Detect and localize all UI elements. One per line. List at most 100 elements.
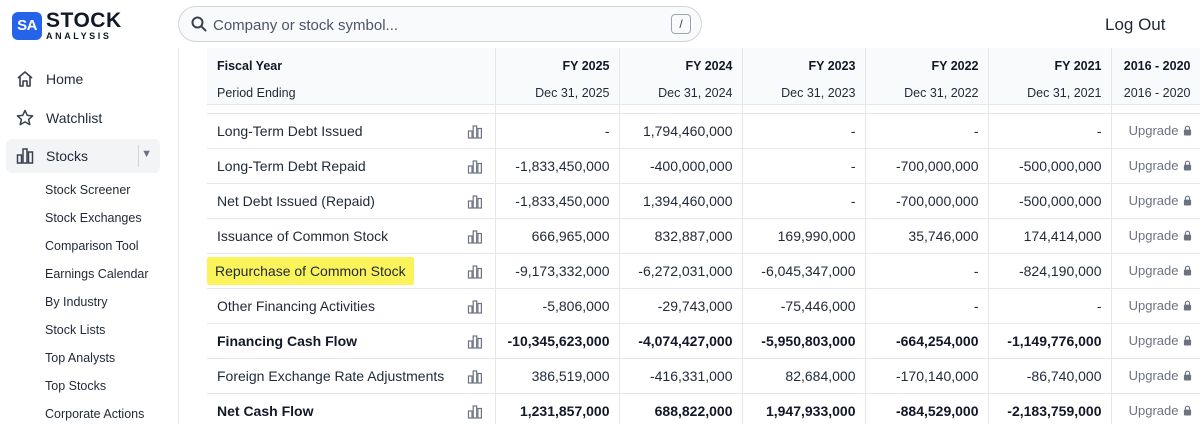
sidebar-subitem-corporate-actions[interactable]: Corporate Actions [45,407,144,421]
cell-value: -500,000,000 [1018,157,1102,174]
cell-value: -29,743,000 [657,297,733,314]
value-cell: 386,519,000 [495,358,620,394]
column-header[interactable]: FY 2022 Dec 31, 2022 [865,48,989,105]
site-logo[interactable]: SA STOCK ANALYSIS [12,10,122,41]
cell-value: -400,000,000 [649,157,733,174]
upgrade-link[interactable]: Upgrade [1129,333,1179,348]
chart-icon[interactable] [467,123,483,139]
row-label-cell: Repurchase of Common Stock [207,253,496,289]
chart-icon[interactable] [467,263,483,279]
column-header[interactable]: FY 2021 Dec 31, 2021 [988,48,1112,105]
value-cell: -500,000,000 [988,183,1112,219]
sidebar-subitem-stock-lists[interactable]: Stock Lists [45,323,105,337]
upgrade-cell[interactable]: Upgrade [1111,393,1200,424]
cell-value: -824,190,000 [1018,262,1102,279]
logout-button[interactable]: Log Out [1105,15,1166,35]
chart-icon[interactable] [467,333,483,349]
sidebar-item-label: Home [46,71,84,87]
column-header[interactable]: 2016 - 2020 2016 - 2020 [1111,48,1200,105]
row-label-cell: Net Cash Flow [207,393,496,424]
value-cell: 1,794,460,000 [619,113,743,149]
search-input[interactable] [213,15,633,35]
cell-value: -700,000,000 [895,192,979,209]
value-cell: -1,149,776,000 [988,323,1112,359]
sidebar-item-home[interactable]: Home [6,62,160,96]
row-label-cell: Long-Term Debt Issued [207,113,496,149]
cell-value: - [850,122,856,139]
sidebar-subitem-by-industry[interactable]: By Industry [45,295,108,309]
lock-icon [1183,194,1192,209]
upgrade-cell[interactable]: Upgrade [1111,323,1200,359]
cell-value: -170,140,000 [895,367,979,384]
value-cell: 666,965,000 [495,218,620,254]
cell-value: 666,965,000 [531,227,610,244]
cell-value: -5,806,000 [542,297,610,314]
upgrade-cell[interactable]: Upgrade [1111,218,1200,254]
sidebar-subitem-stock-exchanges[interactable]: Stock Exchanges [45,211,142,225]
sidebar-item-watchlist[interactable]: Watchlist [6,101,160,135]
column-header[interactable]: FY 2023 Dec 31, 2023 [742,48,866,105]
sidebar-subitem-earnings-calendar[interactable]: Earnings Calendar [45,267,149,281]
value-cell: 832,887,000 [619,218,743,254]
cell-value: -500,000,000 [1018,192,1102,209]
chevron-down-icon[interactable]: ▼ [141,148,152,160]
value-cell: -10,345,623,000 [495,323,620,359]
chart-icon[interactable] [467,193,483,209]
upgrade-link[interactable]: Upgrade [1129,228,1179,243]
sidebar-subitem-comparison-tool[interactable]: Comparison Tool [45,239,139,253]
sidebar-subitem-stock-screener[interactable]: Stock Screener [45,183,130,197]
cell-value: 1,394,460,000 [642,192,733,209]
upgrade-cell[interactable]: Upgrade [1111,183,1200,219]
column-header[interactable]: FY 2024 Dec 31, 2024 [619,48,743,105]
cell-value: -2,183,759,000 [1007,402,1102,419]
cell-value: -1,833,450,000 [515,192,610,209]
column-date: 2016 - 2020 [1123,86,1191,100]
logo-line1: STOCK [46,9,122,32]
value-cell: -9,173,332,000 [495,253,620,289]
upgrade-link[interactable]: Upgrade [1129,193,1179,208]
value-cell: -400,000,000 [619,148,743,184]
cell-value: 35,746,000 [908,227,979,244]
upgrade-link[interactable]: Upgrade [1129,158,1179,173]
column-year: FY 2022 [931,59,979,73]
column-header[interactable]: FY 2025 Dec 31, 2025 [495,48,620,105]
upgrade-link[interactable]: Upgrade [1129,123,1179,138]
value-cell: -5,806,000 [495,288,620,324]
sidebar-item-label: Watchlist [46,110,103,126]
value-cell: -4,074,427,000 [619,323,743,359]
cell-value: - [1096,122,1102,139]
value-cell: - [988,113,1112,149]
upgrade-link[interactable]: Upgrade [1129,403,1179,418]
search-box[interactable]: / [178,6,702,42]
column-date: Dec 31, 2023 [781,86,856,100]
chart-icon[interactable] [467,158,483,174]
chart-icon[interactable] [467,368,483,384]
upgrade-cell[interactable]: Upgrade [1111,253,1200,289]
search-icon [191,16,207,32]
cell-value: - [850,192,856,209]
value-cell: -824,190,000 [988,253,1112,289]
row-label-cell: Long-Term Debt Repaid [207,148,496,184]
upgrade-cell[interactable]: Upgrade [1111,113,1200,149]
upgrade-link[interactable]: Upgrade [1129,368,1179,383]
value-cell: - [742,148,866,184]
period-ending-label: Period Ending [217,86,296,100]
chart-icon[interactable] [467,298,483,314]
logo-mark: SA [12,11,42,40]
value-cell: -700,000,000 [865,148,989,184]
upgrade-link[interactable]: Upgrade [1129,298,1179,313]
upgrade-cell[interactable]: Upgrade [1111,148,1200,184]
sidebar-item-stocks[interactable]: Stocks ▼ [6,139,160,173]
row-label: Repurchase of Common Stock [207,256,414,285]
sidebar-subitem-top-stocks[interactable]: Top Stocks [45,379,106,393]
table-row: Long-Term Debt Repaid -1,833,450,000 -400,… [207,148,1200,184]
chart-icon[interactable] [467,403,483,419]
upgrade-cell[interactable]: Upgrade [1111,288,1200,324]
home-icon [14,68,36,90]
sidebar-divider [178,48,179,424]
upgrade-link[interactable]: Upgrade [1129,263,1179,278]
column-date: Dec 31, 2022 [904,86,979,100]
chart-icon[interactable] [467,228,483,244]
upgrade-cell[interactable]: Upgrade [1111,358,1200,394]
sidebar-subitem-top-analysts[interactable]: Top Analysts [45,351,115,365]
